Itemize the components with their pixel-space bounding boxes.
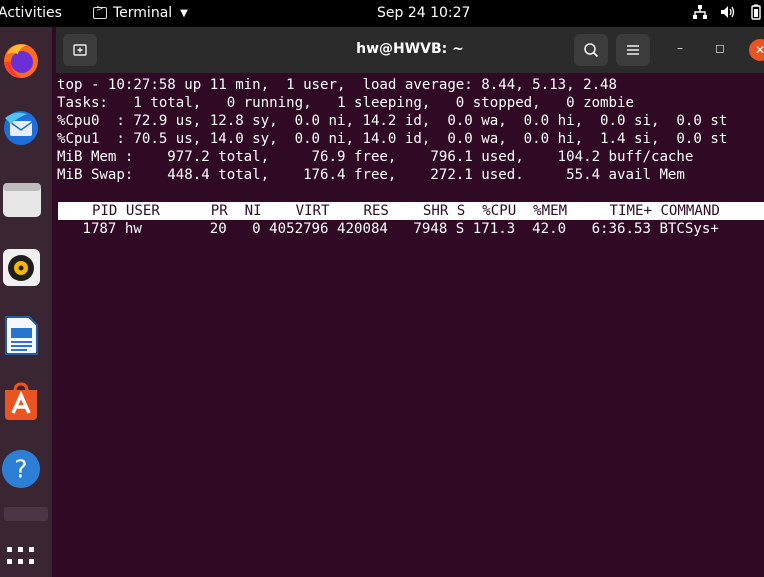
- top-mem-line: MiB Mem : 977.2 total, 76.9 free, 796.1 …: [57, 149, 694, 165]
- process-table-header: PID USER PR NI VIRT RES SHR S %CPU %MEM …: [58, 202, 764, 220]
- window-title: hw@HWVB: ~: [356, 41, 464, 57]
- clock[interactable]: Sep 24 10:27: [377, 5, 470, 21]
- volume-icon[interactable]: [720, 4, 736, 20]
- files-icon[interactable]: [0, 178, 42, 220]
- search-button[interactable]: [574, 34, 608, 66]
- top-cpu1-line: %Cpu1 : 70.5 us, 14.0 sy, 0.0 ni, 14.0 i…: [57, 131, 728, 147]
- libreoffice-writer-icon[interactable]: [0, 314, 42, 356]
- menu-button[interactable]: [616, 34, 650, 66]
- chevron-down-icon: ▼: [180, 7, 188, 19]
- firefox-icon[interactable]: [0, 39, 42, 81]
- terminal-content[interactable]: top - 10:27:58 up 11 min, 1 user, load a…: [56, 73, 764, 577]
- show-apps-icon[interactable]: [0, 541, 42, 577]
- app-menu[interactable]: Terminal ▼: [93, 4, 188, 21]
- top-cpu0-line: %Cpu0 : 72.9 us, 12.8 sy, 0.0 ni, 14.2 i…: [57, 113, 728, 129]
- thunderbird-icon[interactable]: [0, 107, 42, 149]
- dock-separator: [0, 507, 52, 521]
- svg-text:?: ?: [14, 455, 27, 484]
- battery-icon[interactable]: [748, 4, 764, 20]
- top-summary-line: top - 10:27:58 up 11 min, 1 user, load a…: [57, 77, 618, 93]
- top-bar: Activities Terminal ▼ Sep 24 10:27: [0, 0, 764, 27]
- search-icon: [584, 43, 599, 58]
- close-button[interactable]: ✕: [749, 39, 764, 61]
- top-tasks-line: Tasks: 1 total, 0 running, 1 sleeping, 0…: [57, 95, 634, 111]
- top-swap-line: MiB Swap: 448.4 total, 176.4 free, 272.1…: [57, 167, 685, 183]
- network-icon[interactable]: [692, 4, 708, 20]
- system-tray[interactable]: [692, 4, 764, 20]
- app-center-icon[interactable]: [0, 381, 42, 423]
- terminal-titlebar[interactable]: hw@HWVB: ~ – ◻ ✕: [56, 27, 764, 73]
- app-name: Terminal: [113, 5, 173, 21]
- hamburger-menu-icon: [627, 45, 639, 55]
- rhythmbox-icon[interactable]: [0, 246, 42, 288]
- minimize-button[interactable]: –: [677, 41, 683, 55]
- terminal-icon: [93, 4, 107, 19]
- activities-button[interactable]: Activities: [0, 5, 62, 21]
- process-row: 1787 hw 20 0 4052796 420084 7948 S 171.3…: [57, 221, 719, 237]
- maximize-button[interactable]: ◻: [715, 41, 725, 55]
- help-icon[interactable]: ?: [0, 448, 42, 490]
- dock: ?: [0, 27, 52, 577]
